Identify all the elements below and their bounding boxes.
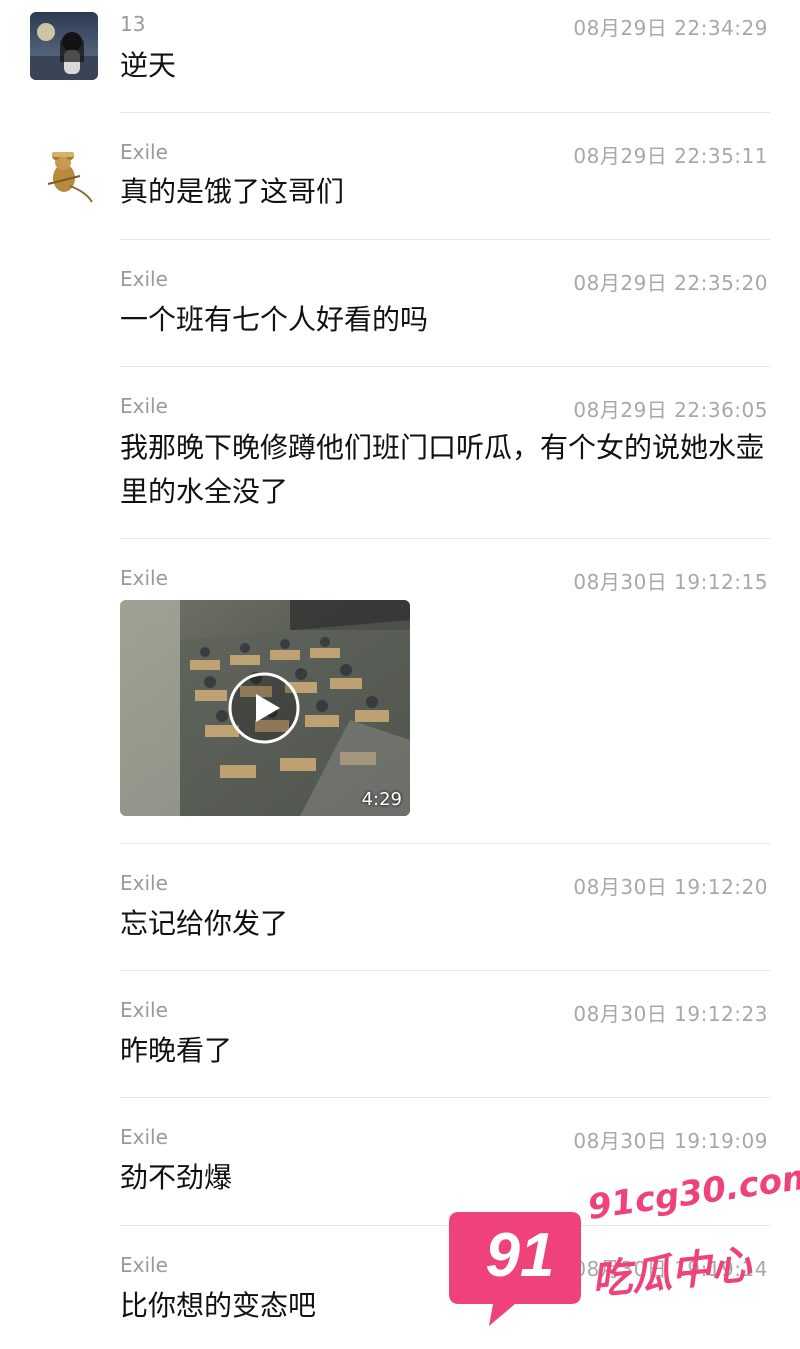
divider <box>120 1097 770 1098</box>
sender-name[interactable]: Exile <box>120 1125 168 1149</box>
message-timestamp: 08月30日 19:12:15 <box>573 570 768 594</box>
site-watermark: 91cg30.com 91 吃瓜中心 <box>445 1156 800 1330</box>
message-text: 我那晚下晚修蹲他们班门口听瓜，有个女的说她水壶里的水全没了 <box>120 431 765 508</box>
message-timestamp: 08月29日 22:34:29 <box>573 16 768 40</box>
divider <box>120 538 770 539</box>
sender-name[interactable]: Exile <box>120 267 168 291</box>
sender-name[interactable]: Exile <box>120 394 168 418</box>
sender-name[interactable]: 13 <box>120 12 145 36</box>
divider <box>120 843 770 844</box>
message-text: 一个班有七个人好看的吗 <box>120 303 429 336</box>
avatar[interactable] <box>30 12 98 80</box>
divider <box>120 366 770 367</box>
message-timestamp: 08月30日 19:19:09 <box>573 1129 768 1153</box>
sender-name[interactable]: Exile <box>120 998 168 1022</box>
avatar[interactable] <box>30 140 98 208</box>
message-timestamp: 08月29日 22:36:05 <box>573 398 768 422</box>
play-icon[interactable] <box>226 670 302 746</box>
sender-name[interactable]: Exile <box>120 871 168 895</box>
video-thumbnail[interactable]: 4:29 <box>120 600 410 816</box>
watermark-name: 吃瓜中心 <box>589 1241 754 1305</box>
divider <box>120 112 770 113</box>
sender-name[interactable]: Exile <box>120 1253 168 1277</box>
message-text: 逆天 <box>120 49 177 82</box>
message-text: 真的是饿了这哥们 <box>120 175 345 208</box>
rodent-avatar-icon <box>30 140 98 208</box>
message-text: 忘记给你发了 <box>120 907 289 940</box>
message-text: 昨晚看了 <box>120 1034 233 1067</box>
sender-name[interactable]: Exile <box>120 140 168 164</box>
message-timestamp: 08月29日 22:35:20 <box>573 271 768 295</box>
divider <box>120 239 770 240</box>
sender-name[interactable]: Exile <box>120 566 168 590</box>
divider <box>120 970 770 971</box>
video-duration: 4:29 <box>361 789 402 810</box>
message-timestamp: 08月30日 19:12:20 <box>573 875 768 899</box>
message-timestamp: 08月30日 19:12:23 <box>573 1002 768 1026</box>
avatar-photo-icon <box>30 12 98 80</box>
watermark-badge: 91 <box>485 1221 555 1290</box>
message-timestamp: 08月29日 22:35:11 <box>573 144 768 168</box>
